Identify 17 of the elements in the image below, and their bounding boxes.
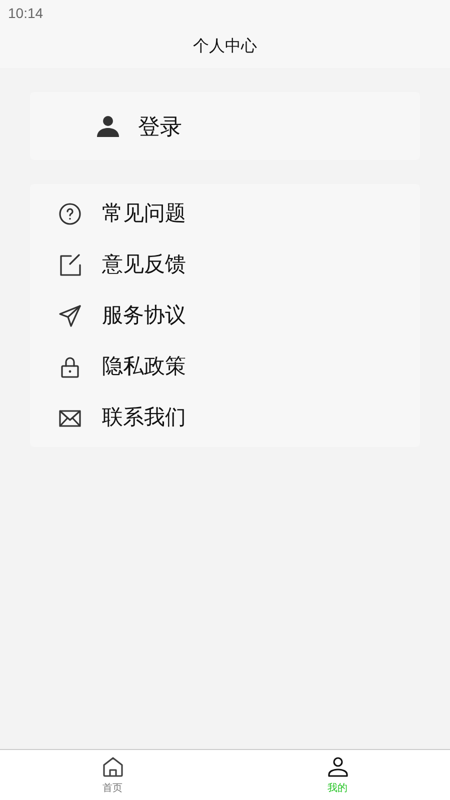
- help-icon: [58, 202, 82, 226]
- menu-item[interactable]: 联系我们: [30, 392, 420, 443]
- send-icon: [58, 304, 82, 328]
- login-label: 登录: [138, 112, 182, 140]
- menu-item[interactable]: 隐私政策: [30, 341, 420, 392]
- status-time: 10:14: [8, 4, 44, 22]
- edit-icon: [58, 252, 82, 276]
- user-icon: [97, 115, 119, 137]
- tab-item[interactable]: 首页: [0, 750, 225, 800]
- home-icon: [100, 754, 124, 778]
- lock-icon: [58, 354, 82, 378]
- user-icon: [326, 754, 350, 778]
- menu-item[interactable]: 意见反馈: [30, 239, 420, 290]
- page-title: 个人中心: [193, 36, 257, 57]
- menu-item[interactable]: 常见问题: [30, 188, 420, 239]
- menu-item[interactable]: 服务协议: [30, 290, 420, 341]
- login-card[interactable]: 登录: [30, 92, 420, 160]
